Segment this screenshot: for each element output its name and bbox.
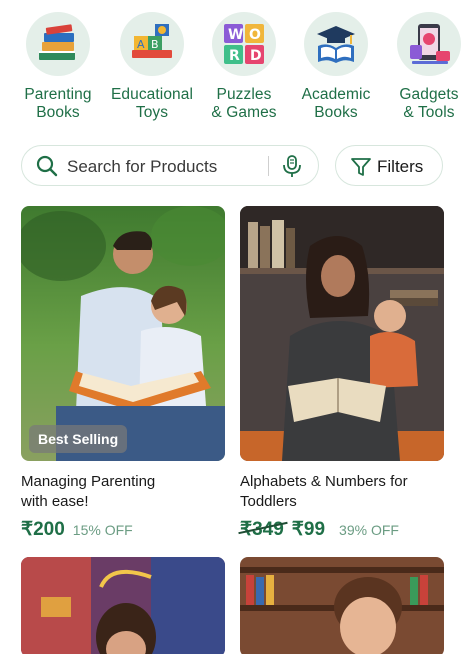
category-label-line2: Books: [36, 104, 80, 121]
filter-funnel-icon: [351, 158, 371, 176]
search-input[interactable]: Search for Products: [67, 157, 217, 177]
product-title-line2: with ease!: [21, 493, 89, 510]
svg-text:A: A: [137, 38, 145, 51]
svg-text:D: D: [250, 48, 262, 64]
category-puzzles-games[interactable]: W O R D Puzzles & Games: [196, 12, 292, 122]
search-divider: [268, 156, 269, 176]
svg-text:W: W: [228, 27, 243, 43]
category-academic-books[interactable]: Academic Books: [288, 12, 384, 122]
graduation-book-icon: [304, 12, 368, 76]
search-icon: [36, 155, 58, 177]
product-title-line1: Managing Parenting: [21, 473, 156, 490]
product-card[interactable]: [21, 557, 225, 654]
product-price: ₹200: [21, 519, 65, 540]
category-label-line1: Gadgets: [399, 86, 459, 103]
tablet-gadget-icon: [397, 12, 461, 76]
product-price: ₹99: [291, 519, 326, 540]
category-label-line1: Educational: [110, 86, 194, 103]
category-label-line1: Parenting: [24, 86, 92, 103]
filters-label: Filters: [377, 157, 424, 176]
discount-label: 15% OFF: [72, 522, 133, 538]
product-title: Managing Parenting with ease!: [21, 472, 225, 512]
svg-text:R: R: [229, 48, 240, 64]
product-card[interactable]: [240, 557, 444, 654]
product-image: Best Selling: [21, 206, 225, 461]
product-image: [240, 557, 444, 654]
category-label-line1: Puzzles: [216, 86, 272, 103]
category-parenting-books[interactable]: Parenting Books: [10, 12, 106, 122]
original-price: ₹349: [240, 519, 284, 540]
category-label-line2: Books: [314, 104, 358, 121]
category-educational-toys[interactable]: A B Educational Toys: [104, 12, 200, 122]
books-stack-icon: [26, 12, 90, 76]
category-label-line2: Toys: [135, 104, 169, 121]
category-label-line1: Academic: [301, 86, 371, 103]
filters-button[interactable]: Filters: [335, 145, 443, 186]
category-gadgets-tools[interactable]: Gadgets & Tools: [381, 12, 464, 122]
svg-text:O: O: [249, 27, 261, 43]
category-label-line2: & Tools: [403, 104, 455, 121]
word-puzzle-icon: W O R D: [212, 12, 276, 76]
best-selling-badge: Best Selling: [29, 425, 128, 453]
svg-text:B: B: [151, 38, 159, 51]
price-row: ₹349 ₹99 39% OFF: [240, 518, 444, 541]
product-title-line2: Toddlers: [240, 493, 297, 510]
category-label-line2: & Games: [211, 104, 277, 121]
category-row: Parenting Books A B Educational Toys W O…: [0, 12, 464, 132]
product-image: [21, 557, 225, 654]
abc-blocks-icon: A B: [120, 12, 184, 76]
product-card[interactable]: Alphabets & Numbers for Toddlers ₹349 ₹9…: [240, 206, 444, 541]
search-bar[interactable]: Search for Products: [21, 145, 319, 186]
product-card[interactable]: Best Selling Managing Parenting with eas…: [21, 206, 225, 541]
microphone-icon[interactable]: [281, 154, 303, 178]
product-image: [240, 206, 444, 461]
discount-label: 39% OFF: [339, 522, 399, 538]
product-title: Alphabets & Numbers for Toddlers: [240, 472, 444, 512]
product-title-line1: Alphabets & Numbers for: [240, 473, 408, 490]
price-row: ₹200 15% OFF: [21, 518, 225, 541]
